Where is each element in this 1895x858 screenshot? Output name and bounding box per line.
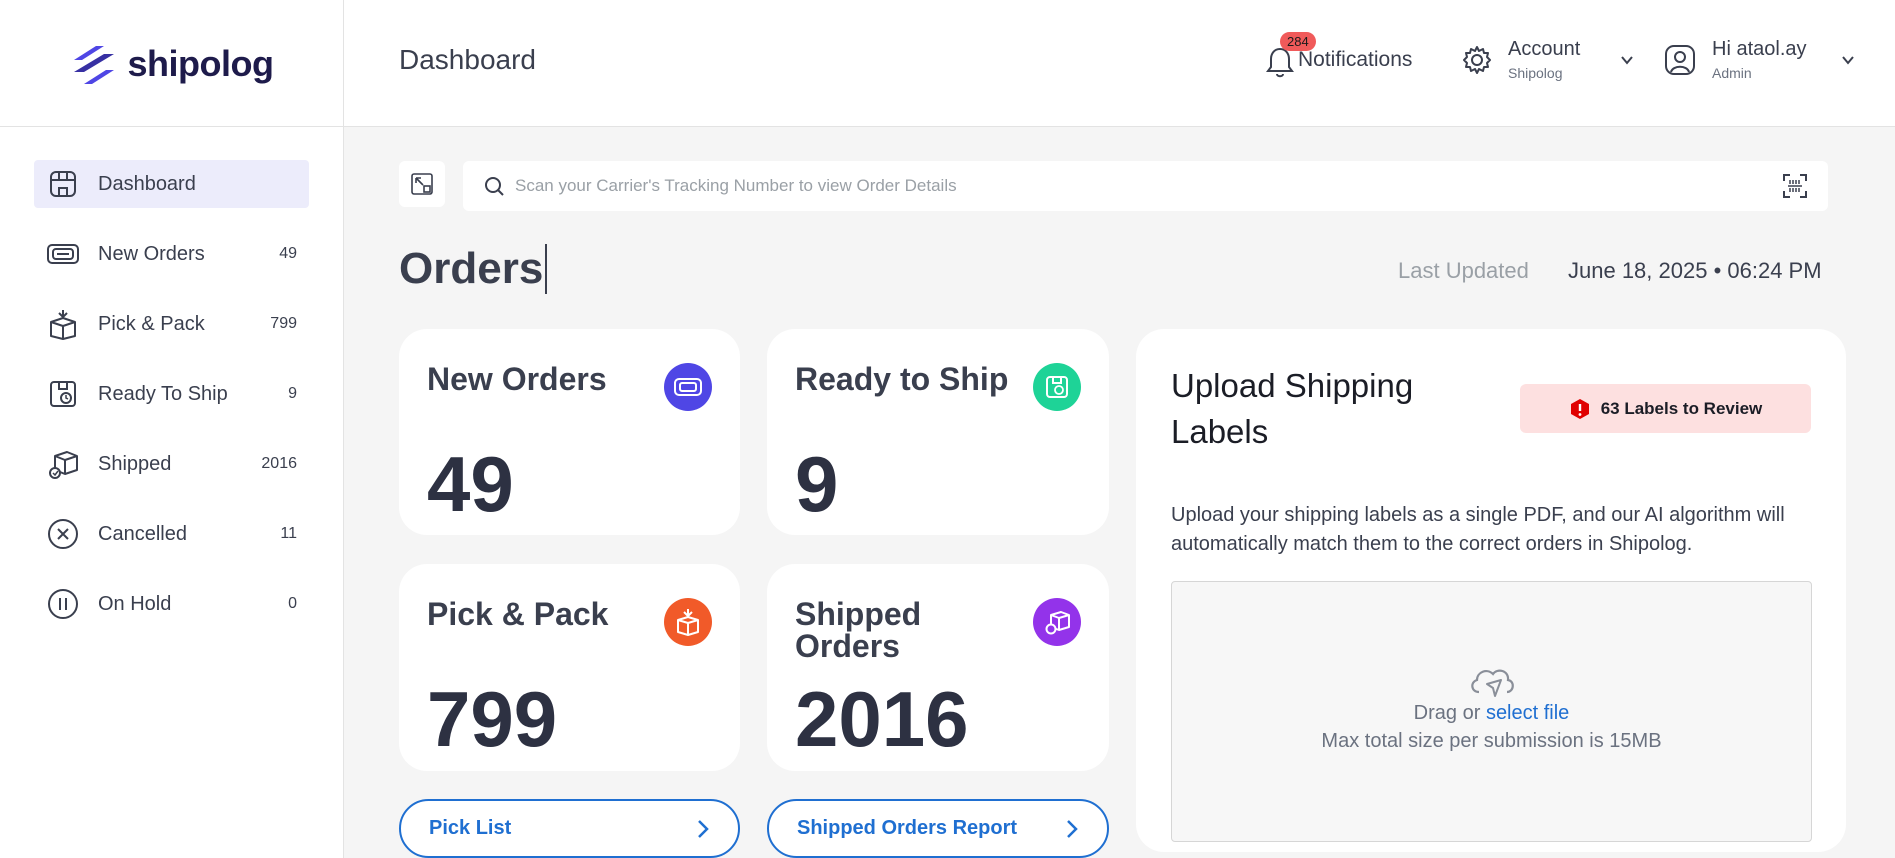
clock-box-icon [46,377,80,411]
barcode-scan-icon[interactable] [1782,173,1808,199]
brand-name: shipolog [127,42,274,84]
card-value: 2016 [795,675,969,763]
sidebar-item-dashboard[interactable]: Dashboard [34,160,309,208]
pick-pack-card[interactable]: Pick & Pack 799 [399,564,740,771]
upload-title: Upload Shipping Labels [1171,367,1414,450]
pick-list-label: Pick List [429,817,512,839]
notifications-label: Notifications [1298,48,1413,71]
card-title: New Orders [427,361,607,397]
account-sub: Shipolog [1508,65,1563,81]
last-updated-value: June 18, 2025 • 06:24 PM [1568,258,1822,283]
expand-icon [411,173,433,195]
ticket-icon [46,237,80,271]
sidebar-item-label: Pick & Pack [98,312,205,335]
upload-description: Upload your shipping labels as a single … [1171,504,1785,555]
box-icon [664,598,712,646]
sidebar-item-count: 2016 [261,455,297,472]
notifications-button[interactable]: 284 Notifications [1266,32,1413,80]
sidebar-item-count: 0 [288,595,297,612]
sidebar-item-count: 799 [270,315,297,332]
shipped-box-icon [1033,598,1081,646]
chevron-right-icon [1067,819,1078,838]
card-title: Pick & Pack [427,596,609,632]
sidebar-item-new-orders[interactable]: New Orders 49 [34,230,309,278]
card-title: Shipped Orders [795,596,922,664]
account-menu[interactable]: Account Shipolog [1462,38,1635,81]
chevron-right-icon [698,819,709,838]
alert-icon [1570,398,1589,419]
shipped-orders-report-button[interactable]: Shipped Orders Report [767,799,1109,858]
tracking-search [463,161,1828,211]
card-value: 799 [427,675,558,763]
sidebar-item-count: 9 [288,385,297,402]
upload-labels-panel: Upload Shipping Labels 63 Labels to Revi… [1136,329,1846,852]
pause-circle-icon [46,587,80,621]
expand-button[interactable] [399,161,445,207]
logo[interactable]: shipolog [0,0,344,127]
pick-list-button[interactable]: Pick List [399,799,740,858]
clock-box-icon [1033,363,1081,411]
box-icon [46,307,80,341]
notifications-count-badge: 284 [1280,32,1316,51]
last-updated-label: Last Updated [1398,258,1529,283]
sidebar-item-pick-pack[interactable]: Pick & Pack 799 [34,300,309,348]
card-title: Ready to Ship [795,361,1009,397]
search-icon [485,177,504,196]
top-bar: shipolog Dashboard 284 Notifications Acc… [0,0,1895,127]
store-icon [46,167,80,201]
sidebar-item-on-hold[interactable]: On Hold 0 [34,580,309,628]
sidebar-item-cancelled[interactable]: Cancelled 11 [34,510,309,558]
sidebar-item-label: On Hold [98,592,172,615]
user-menu[interactable]: Hi ataol.ay Admin [1664,38,1856,81]
account-label: Account [1508,38,1581,60]
sidebar-item-label: Dashboard [98,172,196,195]
labels-to-review-button[interactable]: 63 Labels to Review [1520,384,1811,433]
shipped-box-icon [46,447,80,481]
x-circle-icon [46,517,80,551]
ticket-icon [664,363,712,411]
sidebar-item-shipped[interactable]: Shipped 2016 [34,440,309,488]
user-role: Admin [1712,65,1752,81]
sidebar-item-count: 49 [279,245,297,262]
shipped-orders-report-label: Shipped Orders Report [797,817,1018,839]
orders-heading: Orders [399,244,548,294]
ready-to-ship-card[interactable]: Ready to Ship 9 [767,329,1109,535]
sidebar: Dashboard New Orders 49 Pick & Pack 799 … [0,127,344,858]
card-value: 9 [795,440,839,528]
select-file-link[interactable]: select file [1486,702,1569,724]
sidebar-item-label: Shipped [98,452,172,475]
card-value: 49 [427,440,514,528]
bell-icon: 284 [1266,32,1316,80]
chevron-down-icon [1621,55,1633,65]
cloud-upload-icon [1471,669,1514,697]
gear-icon [1463,45,1491,74]
sidebar-item-label: Ready To Ship [98,382,228,405]
sidebar-item-label: Cancelled [98,522,187,545]
sidebar-item-label: New Orders [98,242,205,265]
max-size-text: Max total size per submission is 15MB [1321,730,1662,752]
labels-to-review-label: 63 Labels to Review [1600,398,1763,418]
chevron-down-icon [1842,55,1854,65]
tracking-search-input[interactable] [515,176,1782,196]
page-title: Dashboard [399,44,536,75]
sidebar-item-count: 11 [280,525,297,542]
shipped-orders-card[interactable]: Shipped Orders 2016 [767,564,1109,771]
user-greeting: Hi ataol.ay [1712,38,1807,60]
user-icon [1665,44,1695,75]
sidebar-item-ready-to-ship[interactable]: Ready To Ship 9 [34,370,309,418]
new-orders-card[interactable]: New Orders 49 [399,329,740,535]
logo-icon [73,45,114,84]
drag-text: Drag or [1413,702,1481,724]
file-dropzone[interactable]: Drag or select file Max total size per s… [1171,581,1812,842]
